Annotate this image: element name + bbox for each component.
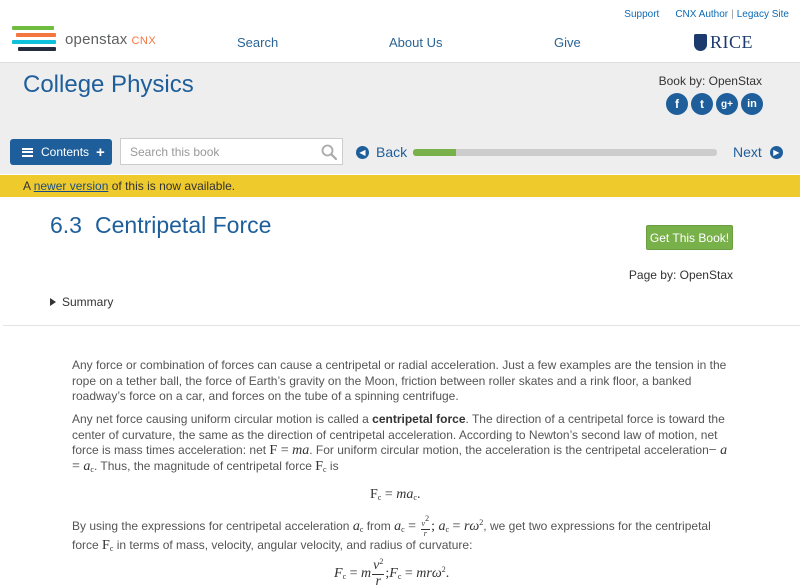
book-banner: College Physics Book by: OpenStax f t g+… xyxy=(0,62,800,174)
book-author: Book by: OpenStax xyxy=(658,74,762,88)
google-plus-icon[interactable]: g+ xyxy=(716,93,738,115)
next-button[interactable]: Next ▶ xyxy=(733,144,783,160)
equation-centripetal-force-expressions: Fc = m v2 r; Fc = mrω2. xyxy=(334,557,450,588)
summary-toggle[interactable]: Summary xyxy=(50,295,113,309)
list-icon xyxy=(22,147,33,157)
openstax-cnx-logo[interactable]: openstax CNX xyxy=(12,24,156,54)
back-button[interactable]: ◀ Back xyxy=(356,144,407,160)
social-share-buttons: f t g+ in xyxy=(666,93,766,115)
term-centripetal-force: centripetal force xyxy=(372,412,466,426)
section-number: 6.3 xyxy=(50,212,82,238)
section-title: Centripetal Force xyxy=(95,212,272,238)
get-this-book-button[interactable]: Get This Book! xyxy=(646,225,733,250)
arrow-right-icon: ▶ xyxy=(769,145,783,159)
support-link[interactable]: Support xyxy=(624,9,659,20)
caret-right-icon xyxy=(50,298,56,306)
paragraph-3: By using the expressions for centripetal… xyxy=(72,514,711,554)
progress-fill xyxy=(413,149,456,156)
twitter-icon[interactable]: t xyxy=(691,93,713,115)
contents-button[interactable]: Contents + xyxy=(10,139,112,165)
linkedin-icon[interactable]: in xyxy=(741,93,763,115)
newer-version-notice: A newer version of this is now available… xyxy=(0,175,800,197)
equation-centripetal-force: Fc = mac. xyxy=(370,487,421,502)
nav-give[interactable]: Give xyxy=(554,35,581,50)
nav-about-us[interactable]: About Us xyxy=(389,35,442,50)
reading-progress-bar xyxy=(413,149,717,156)
nav-search[interactable]: Search xyxy=(237,35,278,50)
arrow-left-icon: ◀ xyxy=(356,145,369,159)
search-icon[interactable] xyxy=(321,144,337,160)
cnx-author-link[interactable]: CNX Author xyxy=(675,9,728,20)
openstax-logo-icon xyxy=(12,24,58,54)
book-title[interactable]: College Physics xyxy=(23,71,194,99)
utility-links: Support CNX Author | Legacy Site xyxy=(624,9,789,20)
logo-wordmark: openstax CNX xyxy=(65,30,157,48)
facebook-icon[interactable]: f xyxy=(666,93,688,115)
paragraph-1: Any force or combination of forces can c… xyxy=(72,358,727,403)
paragraph-2: Any net force causing uniform circular m… xyxy=(72,412,728,474)
plus-icon: + xyxy=(96,143,105,161)
rice-shield-icon xyxy=(694,34,707,51)
rice-logo[interactable]: RICE xyxy=(694,32,753,53)
site-header: openstax CNX Support CNX Author | Legacy Sit… xyxy=(0,0,800,62)
divider xyxy=(3,325,800,326)
search-book-input[interactable] xyxy=(120,138,343,165)
page-author: Page by: OpenStax xyxy=(628,268,733,282)
newer-version-link[interactable]: newer version xyxy=(34,179,109,193)
legacy-site-link[interactable]: Legacy Site xyxy=(737,9,789,20)
